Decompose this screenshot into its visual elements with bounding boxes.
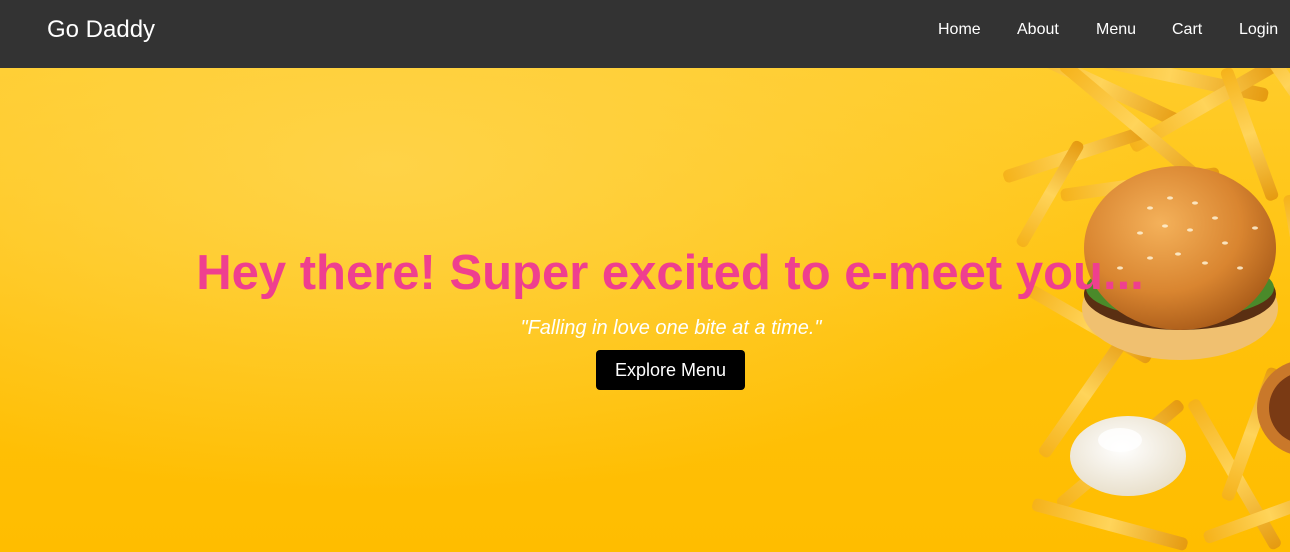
top-navbar: Go Daddy Home About Menu Cart Login (0, 0, 1290, 68)
nav-link-login[interactable]: Login (1239, 20, 1278, 40)
hero-section: Hey there! Super excited to e-meet you..… (0, 68, 1290, 552)
nav-link-cart[interactable]: Cart (1172, 20, 1202, 40)
hero-tagline: "Falling in love one bite at a time." (520, 317, 822, 339)
burger-and-fries-image (1003, 68, 1290, 551)
nav-link-menu[interactable]: Menu (1096, 20, 1136, 40)
brand-logo-link[interactable]: Go Daddy (47, 16, 155, 44)
nav-link-home[interactable]: Home (938, 20, 981, 40)
explore-menu-button[interactable]: Explore Menu (596, 350, 745, 390)
nav-link-about[interactable]: About (1017, 20, 1059, 40)
hero-title: Hey there! Super excited to e-meet you..… (196, 246, 1144, 300)
